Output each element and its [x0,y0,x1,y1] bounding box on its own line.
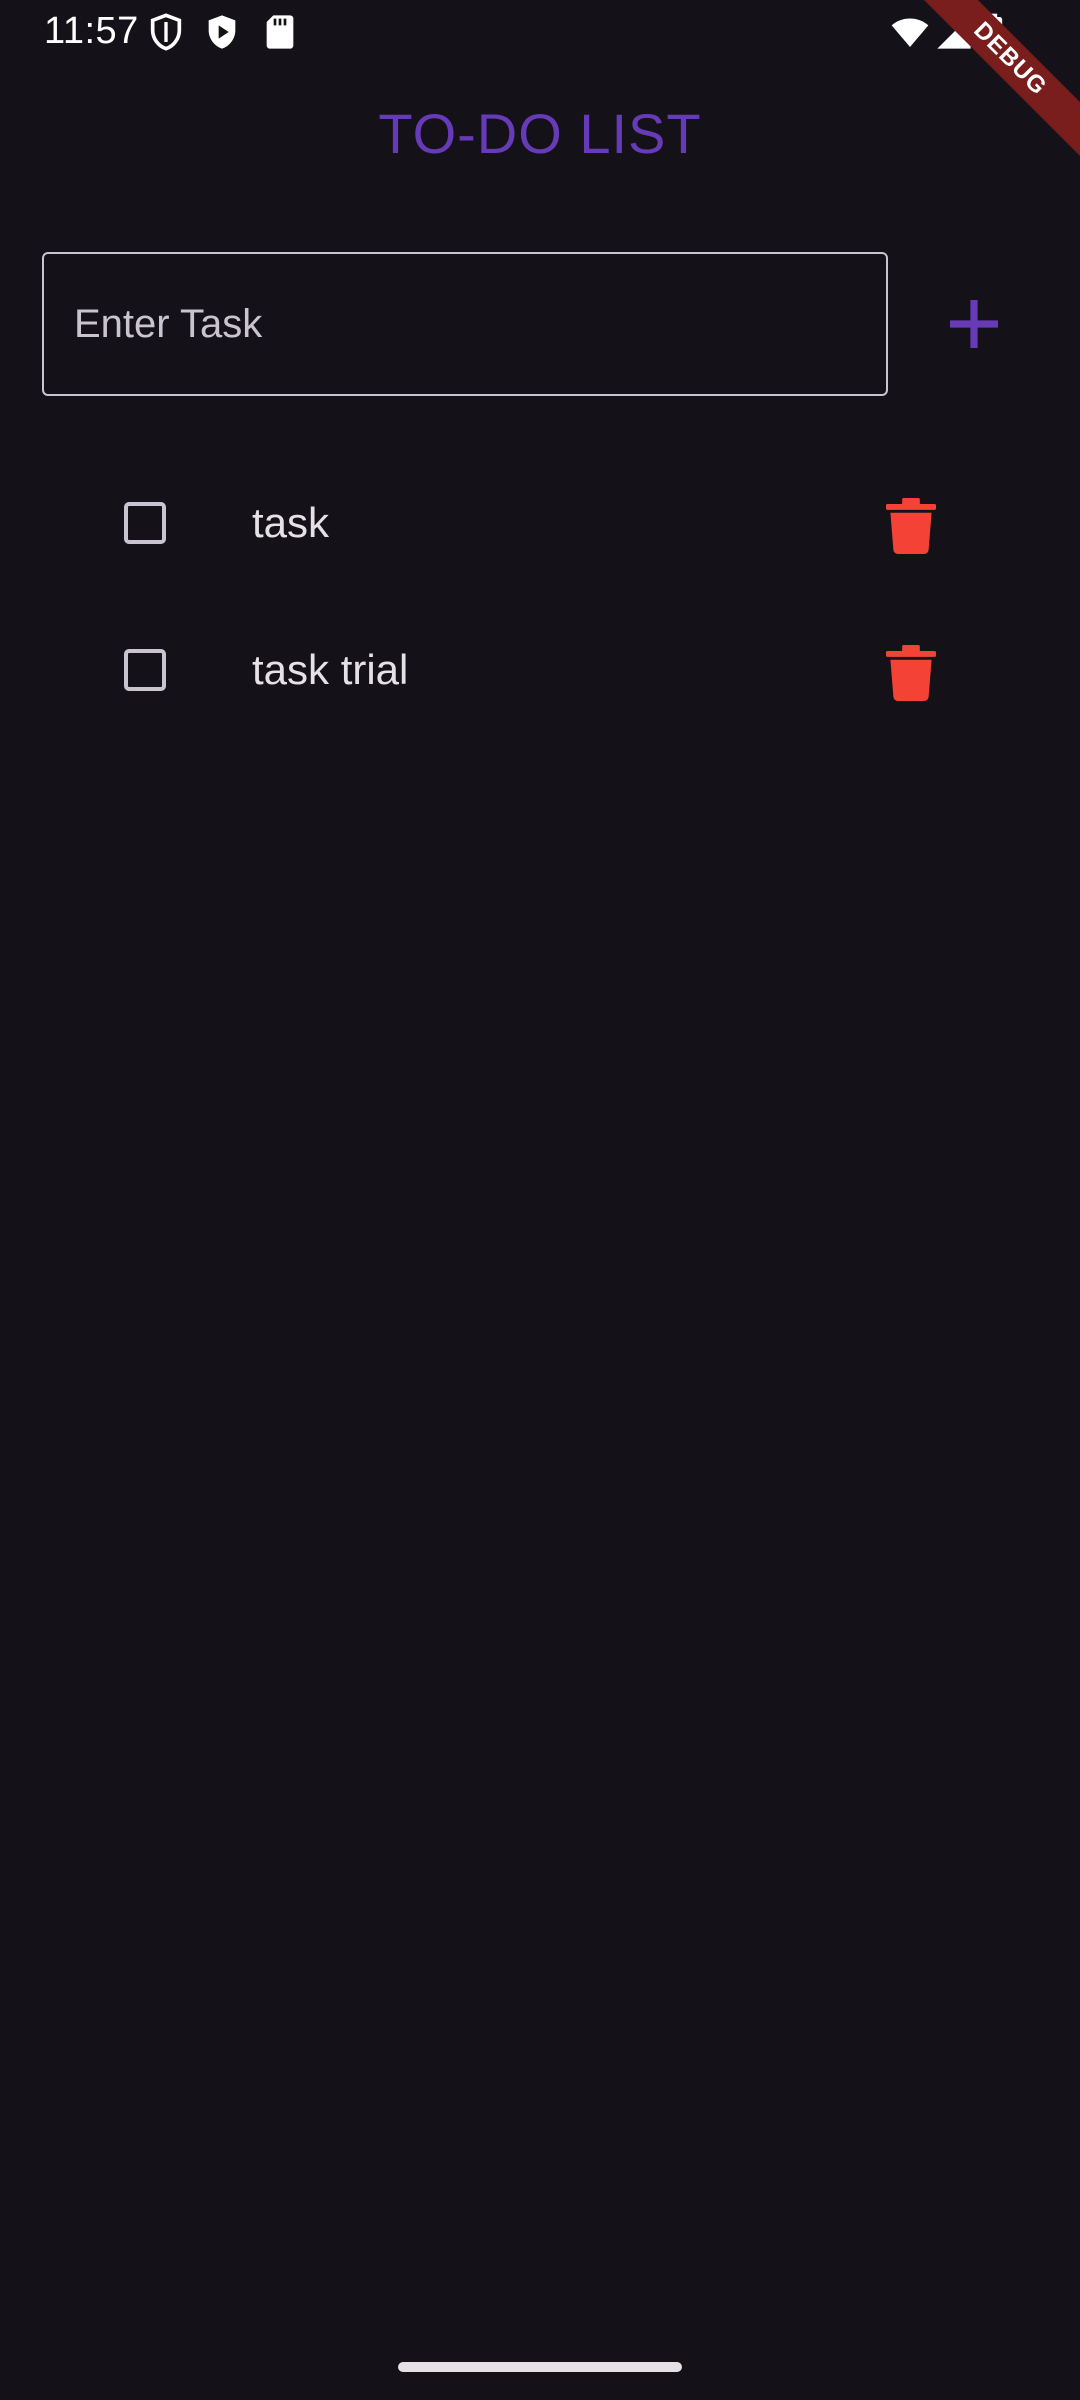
page-title: TO-DO LIST [378,102,702,165]
task-list: task task trial [0,452,1080,746]
play-protect-icon [202,12,242,52]
task-label: task trial [252,646,409,693]
home-indicator[interactable] [398,2362,682,2372]
trash-icon [886,498,936,554]
app-screen: 11:57 DEBUG TO-DO LIST Enter Task task t… [0,0,1080,2400]
task-row: task trial [0,599,1080,746]
task-checkbox[interactable] [124,502,166,544]
task-input[interactable] [42,252,888,396]
shield-icon [146,12,186,52]
trash-icon [886,645,936,701]
delete-task-button[interactable] [886,645,936,701]
add-task-button[interactable] [934,284,1014,364]
wifi-icon [888,12,932,52]
status-time: 11:57 [44,10,139,52]
task-label: task [252,499,330,546]
task-row: task [0,452,1080,599]
sd-card-icon [260,12,300,52]
delete-task-button[interactable] [886,498,936,554]
battery-icon [978,12,1008,52]
task-checkbox[interactable] [124,649,166,691]
cellular-signal-icon [934,12,974,52]
plus-icon [934,284,1014,364]
status-bar: 11:57 [0,0,1080,62]
